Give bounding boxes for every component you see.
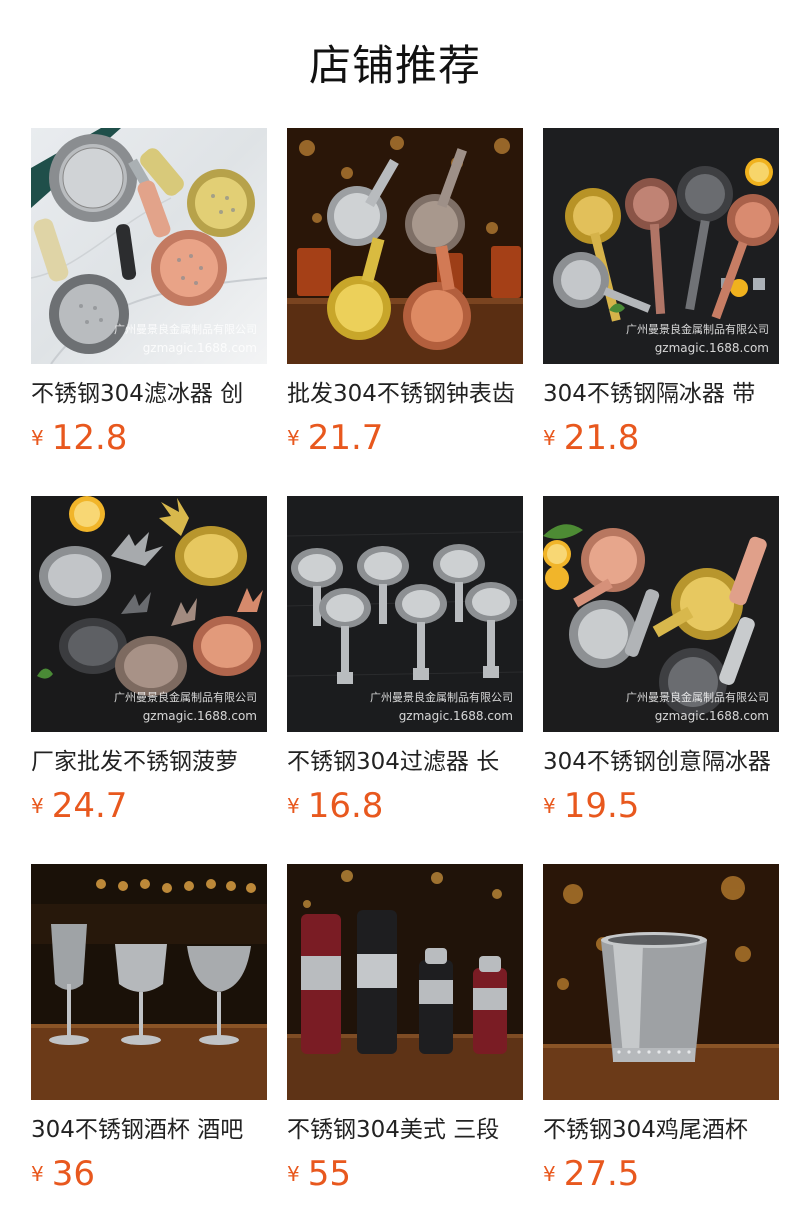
currency-symbol: ¥ <box>287 1162 300 1186</box>
product-name[interactable]: 不锈钢304美式 三段 <box>287 1114 523 1146</box>
product-price: ¥16.8 <box>287 786 523 826</box>
watermark-company: 广州曼景良金属制品有限公司 <box>370 691 513 704</box>
product-image[interactable] <box>287 864 523 1100</box>
currency-symbol: ¥ <box>543 1162 556 1186</box>
price-value: 19.5 <box>563 786 640 826</box>
product-image[interactable]: 广州曼景良金属制品有限公司 gzmagic.1688.com <box>31 128 267 364</box>
product-image[interactable]: 广州曼景良金属制品有限公司 gzmagic.1688.com <box>543 128 779 364</box>
watermark-site: gzmagic.1688.com <box>654 709 769 723</box>
product-name[interactable]: 不锈钢304滤冰器 创 <box>31 378 267 410</box>
watermark-site: gzmagic.1688.com <box>142 709 257 723</box>
product-image[interactable]: 广州曼景良金属制品有限公司 gzmagic.1688.com <box>543 496 779 732</box>
product-price: ¥36 <box>31 1154 267 1194</box>
price-value: 24.7 <box>51 786 128 826</box>
product-price: ¥19.5 <box>543 786 779 826</box>
currency-symbol: ¥ <box>287 426 300 450</box>
watermark-company: 广州曼景良金属制品有限公司 <box>626 323 769 336</box>
currency-symbol: ¥ <box>31 1162 44 1186</box>
product-name[interactable]: 304不锈钢隔冰器 带 <box>543 378 779 410</box>
product-image[interactable]: 广州曼景良金属制品有限公司 gzmagic.1688.com <box>287 496 523 732</box>
product-name[interactable]: 304不锈钢酒杯 酒吧 <box>31 1114 267 1146</box>
product-name[interactable]: 不锈钢304过滤器 长 <box>287 746 523 778</box>
watermark-site: gzmagic.1688.com <box>654 341 769 355</box>
currency-symbol: ¥ <box>287 794 300 818</box>
product-image[interactable] <box>31 864 267 1100</box>
watermark-site: gzmagic.1688.com <box>142 341 257 355</box>
page-title: 店铺推荐 <box>308 41 481 90</box>
product-name[interactable]: 批发304不锈钢钟表齿 <box>287 378 523 410</box>
product-price: ¥21.7 <box>287 418 523 458</box>
price-value: 21.7 <box>307 418 384 458</box>
currency-symbol: ¥ <box>543 794 556 818</box>
product-name[interactable]: 厂家批发不锈钢菠萝 <box>31 746 267 778</box>
product-image[interactable] <box>543 864 779 1100</box>
currency-symbol: ¥ <box>31 426 44 450</box>
product-price: ¥55 <box>287 1154 523 1194</box>
currency-symbol: ¥ <box>31 794 44 818</box>
product-name[interactable]: 不锈钢304鸡尾酒杯 <box>543 1114 779 1146</box>
watermark-company: 广州曼景良金属制品有限公司 <box>114 323 257 336</box>
product-price: ¥12.8 <box>31 418 267 458</box>
price-value: 36 <box>51 1154 95 1194</box>
watermark-company: 广州曼景良金属制品有限公司 <box>114 691 257 704</box>
watermark-company: 广州曼景良金属制品有限公司 <box>626 691 769 704</box>
price-value: 12.8 <box>51 418 128 458</box>
watermark-site: gzmagic.1688.com <box>398 709 513 723</box>
product-image[interactable] <box>287 128 523 364</box>
product-price: ¥21.8 <box>543 418 779 458</box>
price-value: 55 <box>307 1154 351 1194</box>
product-price: ¥24.7 <box>31 786 267 826</box>
currency-symbol: ¥ <box>543 426 556 450</box>
price-value: 16.8 <box>307 786 384 826</box>
price-value: 21.8 <box>563 418 640 458</box>
product-price: ¥27.5 <box>543 1154 779 1194</box>
price-value: 27.5 <box>563 1154 640 1194</box>
product-image[interactable]: 广州曼景良金属制品有限公司 gzmagic.1688.com <box>31 496 267 732</box>
product-name[interactable]: 304不锈钢创意隔冰器 <box>543 746 779 778</box>
